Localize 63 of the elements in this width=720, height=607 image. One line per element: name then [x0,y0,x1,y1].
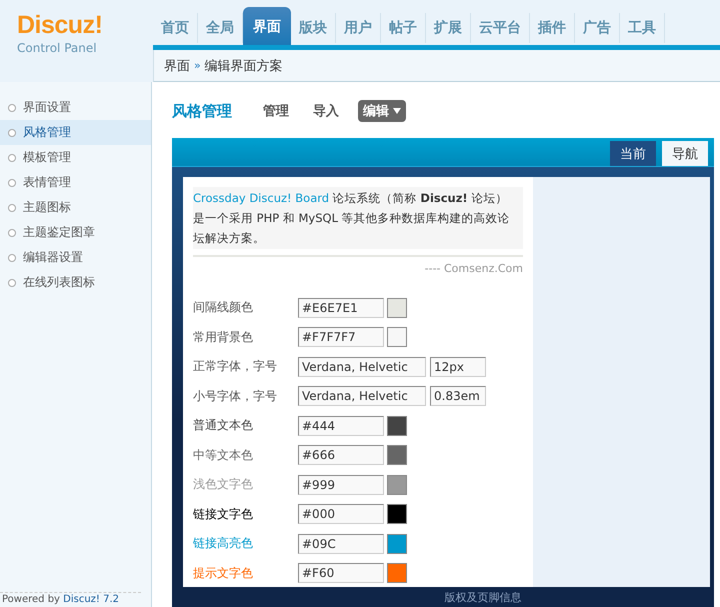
value-field[interactable]: #09C [298,534,384,554]
setting-label: 浅色文字色 [193,476,254,494]
value-field[interactable]: #000 [298,504,384,524]
bullet-icon [8,178,16,186]
value-field[interactable]: Verdana, Helvetic [298,356,426,377]
color-swatch[interactable] [387,445,407,466]
subnav-tab[interactable]: 导入 [308,100,344,122]
bullet-icon [8,254,16,262]
sidebar-item[interactable]: 模板管理 [0,145,151,170]
breadcrumb-current: 编辑界面方案 [204,58,283,74]
sidebar-item[interactable]: 在线列表图标 [0,270,151,295]
bullet-icon [8,154,16,162]
breadcrumb-separator: » [194,59,201,72]
setting-label: 链接高亮色 [193,535,254,552]
logo-subtitle: Control Panel [17,41,98,55]
footer-text: 版权及页脚信息 [444,590,522,604]
logo-text: Discuz! [17,10,104,40]
subnav-tab[interactable]: 管理 [258,100,294,122]
setting-label: 常用背景色 [193,328,254,346]
bullet-icon [8,228,16,236]
bullet-icon [8,278,16,286]
setting-label: 正常字体，字号 [193,358,278,376]
sidebar-item[interactable]: 主题鉴定图章 [0,220,151,245]
subnav-tab[interactable]: 编辑 [358,100,406,122]
value-field[interactable]: #444 [298,416,384,436]
preview-tab[interactable]: 导航 [662,141,708,166]
value-field[interactable]: #666 [298,445,384,466]
sidebar-item[interactable]: 风格管理 [0,120,151,145]
breadcrumb-link[interactable]: 界面 [164,56,190,74]
size-field[interactable]: 0.83em [430,386,486,406]
setting-label: 链接文字色 [193,506,254,523]
page-title: 风格管理 [172,102,232,120]
setting-label: 小号字体，字号 [193,388,278,405]
color-swatch[interactable] [387,416,407,436]
powered-by-text: Powered by Discuz! 7.2 [2,594,120,606]
color-swatch[interactable] [387,327,407,348]
nav-tab[interactable]: 界面 [243,7,291,45]
size-field[interactable]: 12px [430,356,486,377]
color-swatch[interactable] [387,534,407,554]
sidebar-item[interactable]: 编辑器设置 [0,245,151,270]
intro-paragraph: Crossday Discuz! Board 论坛系统（简称 Discuz! 论坛）是一个采用 PHP 和 MySQL 等其他多种数据库构建的高效论坛解决方案。 [193,187,523,249]
setting-label: 提示文字色 [193,564,254,582]
bullet-icon [8,128,16,136]
setting-label: 间隔线颜色 [193,299,254,316]
setting-label: 中等文本色 [193,446,254,464]
sidebar-item[interactable]: 主题图标 [0,195,151,220]
color-swatch[interactable] [387,504,407,524]
sidebar-item[interactable]: 表情管理 [0,170,151,195]
bullet-icon [8,104,16,112]
credit-text: ---- Comsenz.Com [424,262,523,275]
value-field[interactable]: Verdana, Helvetic [298,386,426,406]
setting-label: 普通文本色 [193,417,254,434]
bullet-icon [8,204,16,212]
preview-tab[interactable]: 当前 [610,141,656,166]
value-field[interactable]: #999 [298,474,384,495]
sidebar-item[interactable]: 界面设置 [0,95,151,120]
value-field[interactable]: #E6E7E1 [298,298,384,318]
value-field[interactable]: #F60 [298,563,384,584]
value-field[interactable]: #F7F7F7 [298,327,384,348]
color-swatch[interactable] [387,563,407,584]
color-swatch[interactable] [387,474,407,495]
color-swatch[interactable] [387,298,407,318]
powered-by-link[interactable]: Discuz! 7.2 [63,594,120,605]
